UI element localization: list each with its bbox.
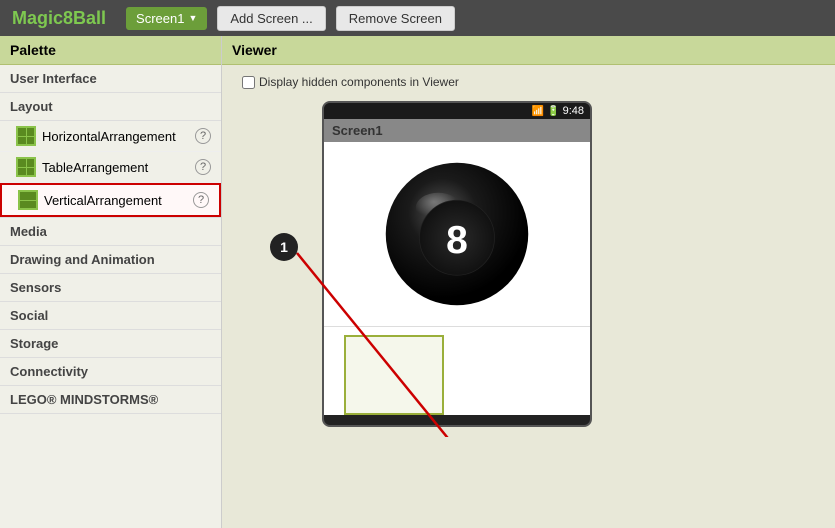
sidebar-item-social[interactable]: Social	[0, 302, 221, 330]
display-hidden-row: Display hidden components in Viewer	[242, 75, 815, 89]
sidebar-item-drawing[interactable]: Drawing and Animation	[0, 246, 221, 274]
sidebar-item-layout[interactable]: Layout	[0, 93, 221, 121]
layout-items: HorizontalArrangement ? TableArrangement…	[0, 121, 221, 218]
svg-text:8: 8	[446, 219, 468, 262]
display-hidden-checkbox[interactable]	[242, 76, 255, 89]
vertical-arrangement-icon	[18, 190, 38, 210]
palette-item-vertical[interactable]: VerticalArrangement ?	[0, 183, 221, 217]
table-arrangement-icon	[16, 157, 36, 177]
remove-screen-button[interactable]: Remove Screen	[336, 6, 455, 31]
status-icons: 📶 🔋 9:48	[532, 105, 584, 117]
add-screen-button[interactable]: Add Screen ...	[217, 6, 325, 31]
sidebar-item-storage[interactable]: Storage	[0, 330, 221, 358]
palette-header: Palette	[0, 36, 221, 65]
main-layout: Palette User Interface Layout Horizontal…	[0, 36, 835, 528]
sidebar-item-sensors[interactable]: Sensors	[0, 274, 221, 302]
palette-item-horizontal[interactable]: HorizontalArrangement ?	[0, 121, 221, 152]
battery-icon: 🔋	[547, 106, 559, 117]
table-help-icon[interactable]: ?	[195, 159, 211, 175]
step-badge: 1	[270, 233, 298, 261]
phone-screen: 8	[324, 142, 590, 415]
display-hidden-label: Display hidden components in Viewer	[259, 75, 459, 89]
table-arrangement-label: TableArrangement	[42, 160, 189, 175]
palette-item-table[interactable]: TableArrangement ?	[0, 152, 221, 183]
vertical-help-icon[interactable]: ?	[193, 192, 209, 208]
header: Magic8Ball Screen1 Add Screen ... Remove…	[0, 0, 835, 36]
screen-dropdown[interactable]: Screen1	[126, 7, 207, 30]
horizontal-arrangement-label: HorizontalArrangement	[42, 129, 189, 144]
horizontal-arrangement-icon	[16, 126, 36, 146]
magic8ball-area: 8	[324, 142, 590, 327]
palette-sidebar: Palette User Interface Layout Horizontal…	[0, 36, 222, 528]
phone-mockup: 📶 🔋 9:48 Screen1	[322, 101, 592, 427]
sidebar-item-connectivity[interactable]: Connectivity	[0, 358, 221, 386]
viewer-header: Viewer	[222, 36, 835, 65]
app-title: Magic8Ball	[12, 8, 106, 29]
phone-status-bar: 📶 🔋 9:48	[324, 103, 590, 119]
sidebar-item-lego[interactable]: LEGO® MINDSTORMS®	[0, 386, 221, 414]
vertical-arrangement-label: VerticalArrangement	[44, 193, 187, 208]
viewer-body: Display hidden components in Viewer 1 📶 …	[222, 65, 835, 437]
horizontal-help-icon[interactable]: ?	[195, 128, 211, 144]
sidebar-item-user-interface[interactable]: User Interface	[0, 65, 221, 93]
viewer-content: Viewer Display hidden components in View…	[222, 36, 835, 528]
magic8ball-image: 8	[382, 159, 532, 309]
sidebar-item-media[interactable]: Media	[0, 218, 221, 246]
status-time: 9:48	[563, 105, 584, 117]
wifi-icon: 📶	[532, 106, 544, 117]
drop-target-area	[344, 335, 444, 415]
phone-title-bar: Screen1	[324, 119, 590, 142]
